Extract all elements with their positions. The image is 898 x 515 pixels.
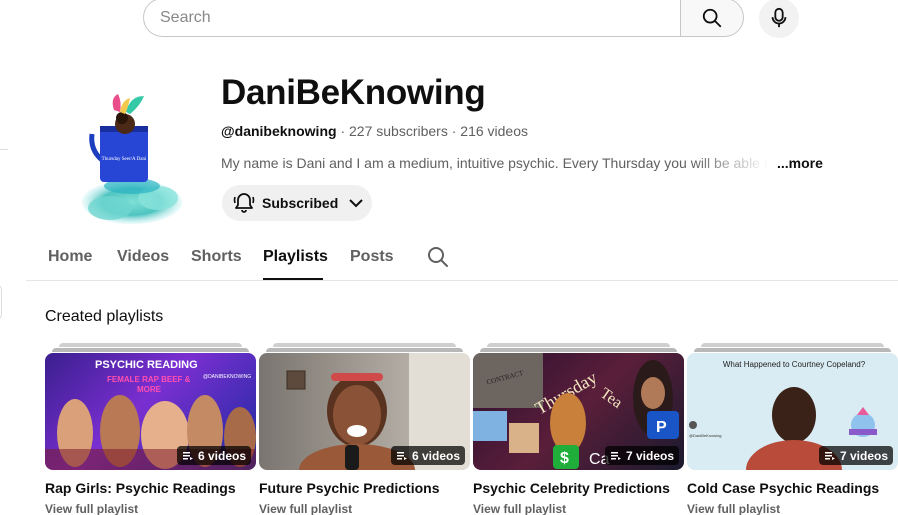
search-input[interactable] [160, 8, 680, 27]
playlist-stack [694, 348, 891, 352]
playlist-stack [701, 343, 884, 347]
channel-meta: @danibeknowing · 227 subscribers · 216 v… [221, 123, 528, 139]
video-count-badge: 6 videos [390, 446, 465, 465]
svg-text:$: $ [560, 450, 569, 467]
channel-search-button[interactable] [426, 245, 450, 274]
channel-handle: @danibeknowing [221, 123, 337, 139]
playlist-title[interactable]: Psychic Celebrity Predictions [473, 480, 670, 496]
tab-videos[interactable]: Videos [117, 248, 169, 266]
playlist-icon [396, 451, 407, 460]
playlist-thumbnail[interactable]: 6 videos [259, 353, 470, 470]
playlist-icon [824, 451, 835, 460]
search-icon [428, 247, 448, 267]
tab-playlists[interactable]: Playlists [263, 248, 328, 266]
thumb-heading: Tea [597, 385, 625, 412]
thumb-heading: PSYCHIC READING [95, 359, 198, 371]
video-count-text: 6 videos [411, 448, 460, 463]
mic-icon [771, 7, 787, 28]
more-link[interactable]: ...more [777, 155, 823, 171]
thumb-handle: @DANIBEKNOWING [203, 374, 251, 380]
thumb-handle: @DaniBeKnowing [689, 433, 722, 438]
tab-home[interactable]: Home [48, 248, 92, 266]
search-bar [143, 0, 744, 37]
search-box[interactable] [143, 0, 680, 37]
tab-posts[interactable]: Posts [350, 248, 394, 266]
svg-text:P: P [656, 419, 667, 436]
view-full-playlist-link[interactable]: View full playlist [45, 502, 138, 515]
subscribed-label: Subscribed [262, 195, 339, 211]
description-text: My name is Dani and I am a medium, intui… [221, 155, 769, 171]
meta-separator: · [340, 123, 346, 139]
avatar-caption: Thursday Seer/A Dani [102, 157, 147, 162]
playlist-stack [487, 343, 670, 347]
view-full-playlist-link[interactable]: View full playlist [687, 502, 780, 515]
playlist-icon [182, 451, 193, 460]
view-full-playlist-link[interactable]: View full playlist [259, 502, 352, 515]
playlist-thumbnail[interactable]: What Happened to Courtney Copeland? @Dan… [687, 353, 898, 470]
channel-name: DaniBeKnowing [221, 73, 486, 112]
video-count: 216 videos [460, 123, 528, 139]
voice-search-button[interactable] [759, 0, 799, 38]
video-count-badge: 7 videos [604, 446, 679, 465]
playlist-stack [59, 343, 242, 347]
video-count-text: 7 videos [839, 448, 888, 463]
search-icon [702, 8, 722, 27]
playlist-title[interactable]: Rap Girls: Psychic Readings [45, 480, 236, 496]
playlist-icon [610, 451, 621, 460]
subscribed-button[interactable]: Subscribed [222, 185, 372, 221]
subscriber-count: 227 subscribers [349, 123, 448, 139]
left-edge-handle [0, 284, 2, 320]
tab-shorts[interactable]: Shorts [191, 248, 242, 266]
bell-icon [233, 193, 255, 213]
search-button[interactable] [680, 0, 744, 37]
thumb-subheading: FEMALE RAP BEEF & [107, 375, 191, 384]
video-count-badge: 6 videos [176, 446, 251, 465]
channel-avatar[interactable]: Thursday Seer/A Dani [70, 90, 192, 230]
channel-tabs: Home Videos Shorts Playlists Posts [26, 236, 898, 281]
thumb-subheading: MORE [137, 385, 162, 394]
chevron-down-icon [349, 199, 363, 208]
playlist-stack [266, 348, 463, 352]
thumb-heading: What Happened to Courtney Copeland? [723, 360, 866, 369]
playlist-title[interactable]: Cold Case Psychic Readings [687, 480, 879, 496]
section-title: Created playlists [45, 308, 164, 325]
playlist-title[interactable]: Future Psychic Predictions [259, 480, 440, 496]
channel-description: My name is Dani and I am a medium, intui… [221, 155, 823, 171]
video-count-badge: 7 videos [818, 446, 893, 465]
active-tab-indicator [263, 278, 323, 280]
playlist-thumbnail[interactable]: CONTRACT Thursday Tea P $ Ca 7 videos [473, 353, 684, 470]
playlist-thumbnail[interactable]: PSYCHIC READING FEMALE RAP BEEF & MORE @… [45, 353, 256, 470]
video-count-text: 6 videos [197, 448, 246, 463]
view-full-playlist-link[interactable]: View full playlist [473, 502, 566, 515]
left-divider [0, 149, 8, 150]
meta-separator: · [451, 123, 457, 139]
video-count-text: 7 videos [625, 448, 674, 463]
playlist-stack [273, 343, 456, 347]
playlist-stack [480, 348, 677, 352]
playlist-stack [52, 348, 249, 352]
